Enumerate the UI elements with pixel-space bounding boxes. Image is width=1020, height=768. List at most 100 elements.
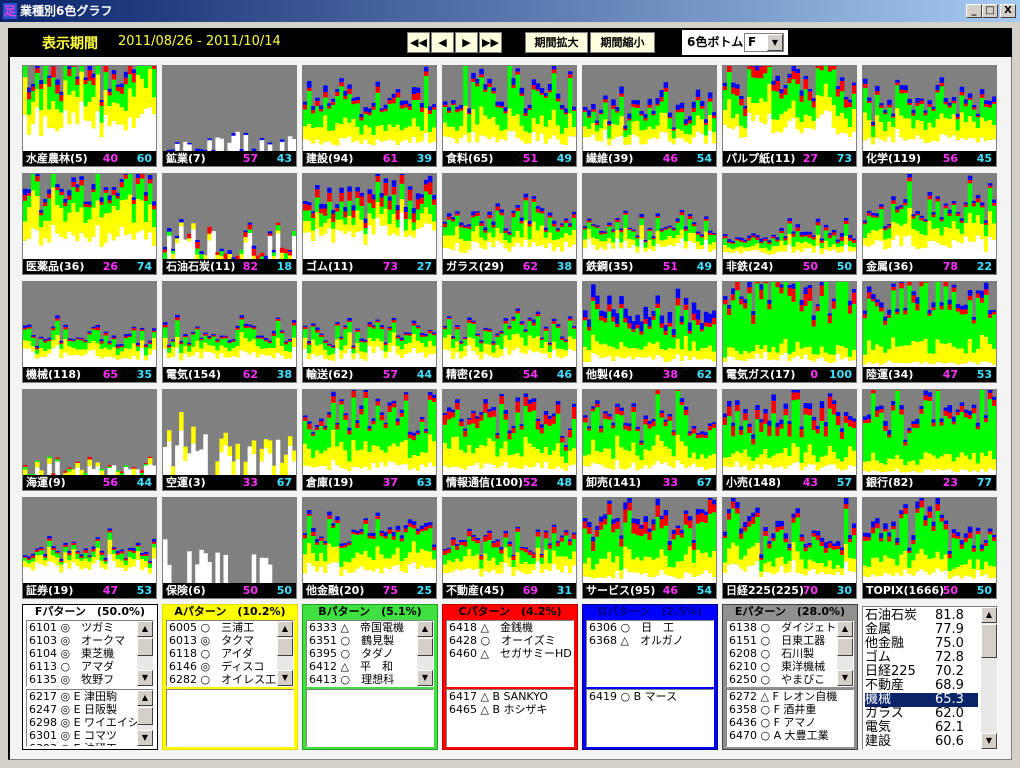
bar-segment-blue <box>427 329 433 331</box>
sector-tile[interactable]: 精密(26) 54 46 <box>442 281 577 383</box>
bar-segment-white <box>759 252 764 259</box>
sector-tile[interactable]: 卸売(141) 33 67 <box>582 389 717 491</box>
bar-segment-yellow <box>663 239 669 247</box>
bar-segment-red <box>315 542 320 545</box>
bar-segment-yellow <box>143 355 149 361</box>
sector-tile[interactable]: 建設(94) 61 39 <box>302 65 437 167</box>
bar-segment-red <box>503 320 508 324</box>
sector-tile[interactable]: 倉庫(19) 37 63 <box>302 389 437 491</box>
sector-tile[interactable]: 不動産(45) 69 31 <box>442 497 577 599</box>
bar-segment-red <box>659 97 665 102</box>
bar-segment-white <box>415 142 421 151</box>
bar-segment-red <box>479 341 484 344</box>
sector-tile[interactable]: 水産農林(5) 40 60 <box>22 65 157 167</box>
bar-segment-white <box>227 357 232 367</box>
sector-tile[interactable]: サービス(95) 46 54 <box>582 497 717 599</box>
bar-segment-yellow <box>899 459 904 473</box>
bar-segment-blue <box>511 78 516 85</box>
sector-tile[interactable]: 鉄鋼(35) 51 49 <box>582 173 717 275</box>
bar-segment-blue <box>631 403 636 407</box>
bar-segment-blue <box>911 291 916 296</box>
bar-segment-yellow <box>471 453 476 466</box>
sector-tile[interactable]: 保険(6) 50 50 <box>162 497 297 599</box>
bar-segment-white <box>115 236 121 259</box>
sector-tile[interactable]: 非鉄(24) 50 50 <box>722 173 857 275</box>
sector-tile[interactable]: 輸送(62) 57 44 <box>302 281 437 383</box>
sector-tile[interactable]: 空運(3) 33 67 <box>162 389 297 491</box>
prev-button[interactable]: ◀ <box>431 32 454 53</box>
minimize-button[interactable]: _ <box>966 4 982 18</box>
bar-segment-green <box>27 328 32 341</box>
sector-tile[interactable]: 電気ガス(17) 0 100 <box>722 281 857 383</box>
bar-segment-red <box>347 320 352 322</box>
bar-segment-white <box>467 466 472 475</box>
bar-segment-blue <box>379 530 385 533</box>
sector-tile[interactable]: 小売(148) 43 57 <box>722 389 857 491</box>
bar-segment-green <box>867 103 872 121</box>
next-button[interactable]: ▶ <box>455 32 478 53</box>
chevron-down-icon[interactable]: ▼ <box>767 34 783 51</box>
bar-segment-red <box>203 334 208 336</box>
bar-segment-yellow <box>755 457 760 465</box>
bar-segment-green <box>103 561 109 564</box>
bar-segment-red <box>863 83 868 88</box>
sector-tile[interactable]: 陸運(34) 47 53 <box>862 281 997 383</box>
sector-tile[interactable]: 食料(65) 51 49 <box>442 65 577 167</box>
sector-tile[interactable]: 繊維(39) 46 54 <box>582 65 717 167</box>
sector-tile[interactable]: 銀行(82) 23 77 <box>862 389 997 491</box>
sector-tile[interactable]: ガラス(29) 62 38 <box>442 173 577 275</box>
bar-segment-blue <box>535 311 541 314</box>
bar-segment-white <box>319 355 324 367</box>
close-button[interactable]: X <box>1000 4 1016 18</box>
bar-segment-blue <box>203 332 208 335</box>
bar-segment-white <box>639 574 644 583</box>
bar-segment-green <box>31 337 36 347</box>
sector-tile[interactable]: 鉱業(7) 57 43 <box>162 65 297 167</box>
sector-tile[interactable]: パルプ紙(11) 27 73 <box>722 65 857 167</box>
bar-segment-red <box>419 529 425 532</box>
sector-tile[interactable]: 情報通信(100) 52 48 <box>442 389 577 491</box>
bar-segment-green <box>523 332 529 346</box>
bar-segment-yellow <box>875 344 880 363</box>
bar-segment-red <box>343 326 348 329</box>
bottom-select[interactable]: F ▼ <box>744 33 784 52</box>
bar-segment-red <box>903 90 908 94</box>
bar-segment-white <box>343 234 348 259</box>
bar-segment-white <box>519 572 525 583</box>
sector-tile[interactable]: 海運(9) 56 44 <box>22 389 157 491</box>
sector-tile[interactable]: 電気(154) 62 38 <box>162 281 297 383</box>
sector-tile[interactable]: 証券(19) 47 53 <box>22 497 157 599</box>
sector-tile[interactable]: 化学(119) 56 45 <box>862 65 997 167</box>
bar-segment-red <box>399 412 405 417</box>
sector-tile[interactable]: 石油石炭(11) 82 18 <box>162 173 297 275</box>
bar-segment-yellow <box>131 343 137 356</box>
last-button[interactable]: ▶▶ <box>479 32 502 53</box>
sector-tile[interactable]: 金属(36) 78 22 <box>862 173 997 275</box>
bar-segment-red <box>95 539 100 541</box>
bar-segment-red <box>511 84 516 88</box>
bar-segment-white <box>335 229 340 259</box>
bar-segment-blue <box>63 199 68 203</box>
bar-segment-red <box>427 331 433 334</box>
bar-segment-red <box>763 239 768 242</box>
sector-tile[interactable]: 医薬品(36) 26 74 <box>22 173 157 275</box>
expand-period-button[interactable]: 期間拡大 <box>525 32 588 53</box>
bar-segment-white <box>39 356 44 367</box>
sector-tile[interactable]: 他金融(20) 75 25 <box>302 497 437 599</box>
bar-segment-red <box>23 195 28 201</box>
sector-tile[interactable]: 他製(46) 38 62 <box>582 281 717 383</box>
sector-tile[interactable]: 機械(118) 65 35 <box>22 281 157 383</box>
shrink-period-button[interactable]: 期間縮小 <box>590 32 655 53</box>
first-button[interactable]: ◀◀ <box>407 32 430 53</box>
bar-segment-green <box>735 240 740 248</box>
sector-value-a: 50 <box>242 584 258 597</box>
bar-segment-red <box>415 92 421 100</box>
bar-segment-green <box>535 316 541 337</box>
bar-segment-yellow <box>583 239 588 249</box>
bar-segment-white <box>731 357 736 367</box>
bar-segment-red <box>767 303 772 310</box>
bar-segment-red <box>67 195 72 200</box>
bar-segment-white <box>47 353 52 367</box>
maximize-button[interactable]: □ <box>982 4 998 18</box>
sector-tile[interactable]: ゴム(11) 73 27 <box>302 173 437 275</box>
